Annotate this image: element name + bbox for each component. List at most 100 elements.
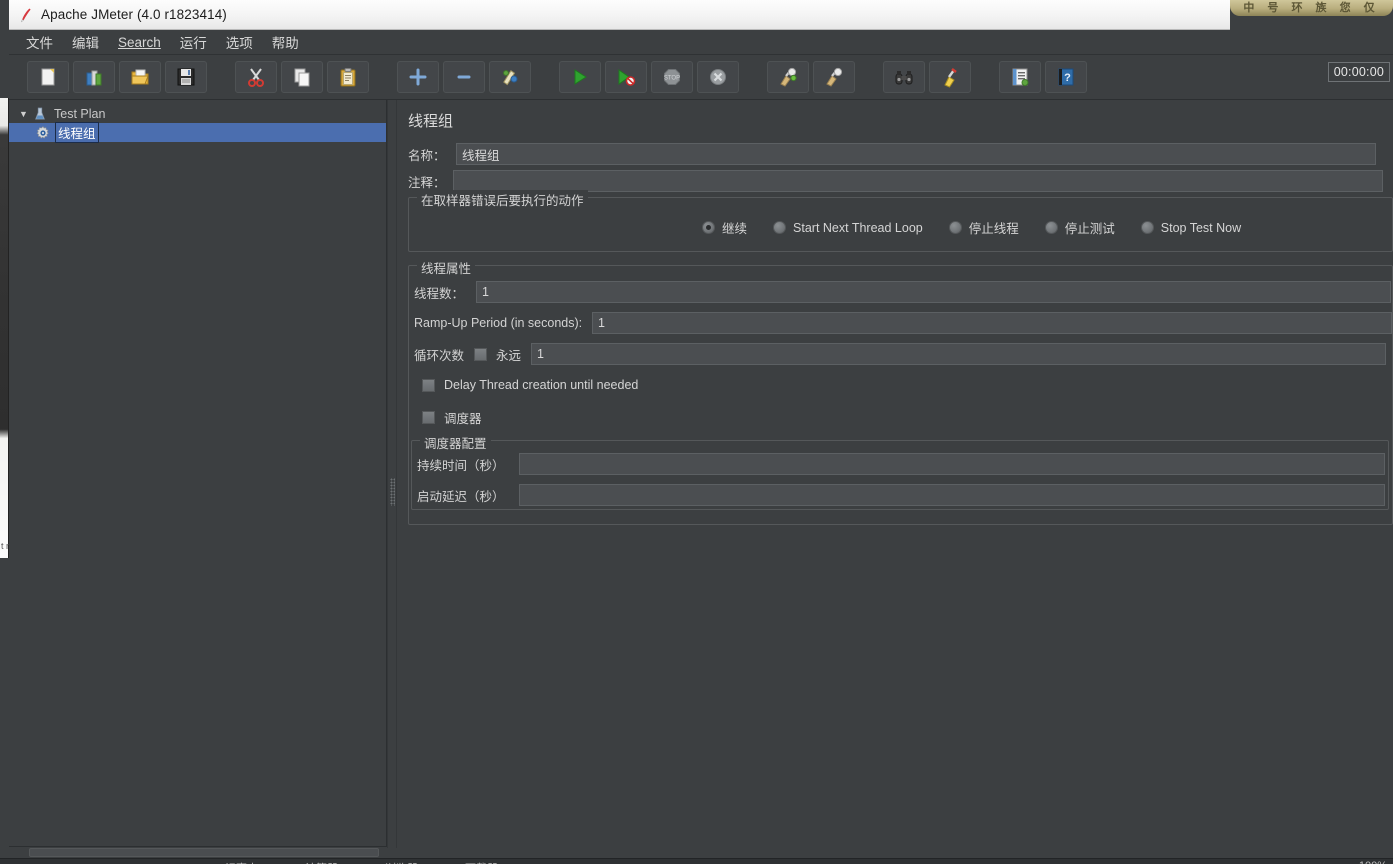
help-button[interactable]: ? [1045,61,1087,93]
start-no-pauses-button[interactable] [605,61,647,93]
radio-stop-test-now-icon[interactable] [1140,221,1154,234]
os-taskbar[interactable]: 记事本 计算器 浏览器 下载器 100% [0,858,1393,864]
jmeter-feather-icon [17,6,35,24]
startup-delay-label: 启动延迟（秒） [417,489,505,504]
tree-node-thread-group-label: 线程组 [55,122,99,143]
menu-options[interactable]: 选项 [217,30,262,54]
elapsed-timer: 00:00:00 [1327,62,1390,82]
comment-input[interactable] [452,170,1383,192]
radio-start-next-thread-loop-icon[interactable] [773,221,787,234]
forever-checkbox[interactable]: 永远 [474,345,521,364]
thread-properties-group-title: 线程属性 [417,258,476,277]
error-action-groupbox: 在取样器错误后要执行的动作 继续 Start Next Thread Loop … [408,190,1393,252]
toggle-pencils-icon [503,70,518,86]
test-plan-tree[interactable]: ▼ Test Plan 线程组 [9,100,387,848]
taskbar-tray[interactable]: 100% [1359,860,1387,864]
delay-thread-creation-label: Delay Thread creation until needed [444,378,639,392]
forever-checkbox-icon[interactable] [474,347,488,361]
start-button[interactable] [559,61,601,93]
duration-row: 持续时间（秒） [417,453,1385,475]
templates-button[interactable] [73,61,115,93]
menu-edit[interactable]: 编辑 [63,30,108,54]
radio-stop-test-icon[interactable] [1044,221,1058,234]
startup-delay-input[interactable] [519,484,1385,506]
binoculars-icon [895,71,913,85]
help-book-icon: ? [1058,68,1074,86]
tree-scroll-thumb[interactable] [29,848,379,857]
num-threads-row: 线程数： [414,281,1391,303]
radio-stop-thread-label: 停止线程 [968,222,1019,236]
expand-all-button[interactable] [397,61,439,93]
scheduler-checkbox-icon[interactable] [422,411,435,424]
menu-help[interactable]: 帮助 [263,30,308,54]
name-input[interactable] [456,143,1376,165]
panel-splitter[interactable] [387,100,397,848]
delay-thread-creation-checkbox-icon[interactable] [422,378,435,392]
open-button[interactable] [119,61,161,93]
comment-label: 注释： [408,175,446,190]
taskbar-item-3[interactable]: 浏览器 [385,860,418,864]
play-no-pauses-icon [618,69,636,86]
background-window-ornament: 中 号 环 族 您 仅 [1230,0,1393,16]
scissors-icon [248,68,264,87]
taskbar-item-1[interactable]: 记事本 [225,860,258,864]
delay-thread-creation-checkbox[interactable]: Delay Thread creation until needed [422,378,638,392]
ramp-up-input[interactable] [592,312,1392,334]
duration-input[interactable] [519,453,1385,475]
new-button[interactable] [27,61,69,93]
save-floppy-icon [177,68,195,86]
battery-percent: 100% [1359,860,1387,864]
chevron-down-icon[interactable]: ▼ [17,107,30,120]
stop-octagon-icon: STOP [664,69,680,85]
svg-text:STOP: STOP [664,76,680,82]
radio-continue[interactable]: 继续 [702,218,747,237]
scheduler-checkbox[interactable]: 调度器 [422,408,482,427]
menu-file[interactable]: 文件 [17,30,62,54]
page-title: 线程组 [408,113,454,130]
paste-button[interactable] [327,61,369,93]
scheduler-config-group-title: 调度器配置 [420,433,491,452]
clear-broom-green-icon [780,67,797,87]
radio-stop-thread-icon[interactable] [948,221,962,234]
num-threads-input[interactable] [476,281,1391,303]
thread-properties-groupbox: 线程属性 线程数： Ramp-Up Period (in seconds): 循… [408,258,1393,525]
loop-count-label: 循环次数 [414,348,465,363]
tree-node-test-plan[interactable]: ▼ Test Plan [9,104,386,123]
radio-continue-icon[interactable] [702,221,715,234]
collapse-all-button[interactable] [443,61,485,93]
loop-count-input[interactable] [531,343,1387,365]
cut-button[interactable] [235,61,277,93]
menu-run[interactable]: 运行 [171,30,216,54]
radio-start-next-thread-loop[interactable]: Start Next Thread Loop [773,221,923,235]
radio-stop-test-now-label: Stop Test Now [1160,220,1242,235]
taskbar-item-2[interactable]: 计算器 [305,860,338,864]
shutdown-button[interactable] [697,61,739,93]
radio-stop-test-now[interactable]: Stop Test Now [1140,220,1242,235]
window-title: Apache JMeter (4.0 r1823414) [41,7,227,22]
splitter-grip[interactable] [390,478,395,506]
menu-search[interactable]: Search [109,33,170,52]
toggle-button[interactable] [489,61,531,93]
search-button[interactable] [883,61,925,93]
stop-button[interactable]: STOP [651,61,693,93]
scheduler-label: 调度器 [444,412,482,426]
name-field-row: 名称： [408,143,1383,165]
copy-button[interactable] [281,61,323,93]
tree-node-thread-group[interactable]: 线程组 [9,122,386,143]
scheduler-config-groupbox: 调度器配置 持续时间（秒） 启动延迟（秒） [411,433,1389,510]
test-plan-icon [32,106,48,122]
clear-all-button[interactable] [813,61,855,93]
clear-button[interactable] [767,61,809,93]
function-helper-button[interactable] [999,61,1041,93]
broom-yellow-icon [944,67,957,88]
menu-bar: 文件 编辑 Search 运行 选项 帮助 [9,30,1393,55]
taskbar-item-4[interactable]: 下载器 [465,860,498,864]
reset-search-button[interactable] [929,61,971,93]
radio-stop-thread[interactable]: 停止线程 [948,218,1019,237]
save-button[interactable] [165,61,207,93]
radio-stop-test[interactable]: 停止测试 [1044,218,1115,237]
taskbar-items[interactable]: 记事本 计算器 浏览器 下载器 [196,860,498,864]
error-action-radio-group: 继续 Start Next Thread Loop 停止线程 停止测试 Stop [702,218,1241,237]
tree-horizontal-scrollbar[interactable] [9,846,387,858]
duration-label: 持续时间（秒） [417,458,505,473]
